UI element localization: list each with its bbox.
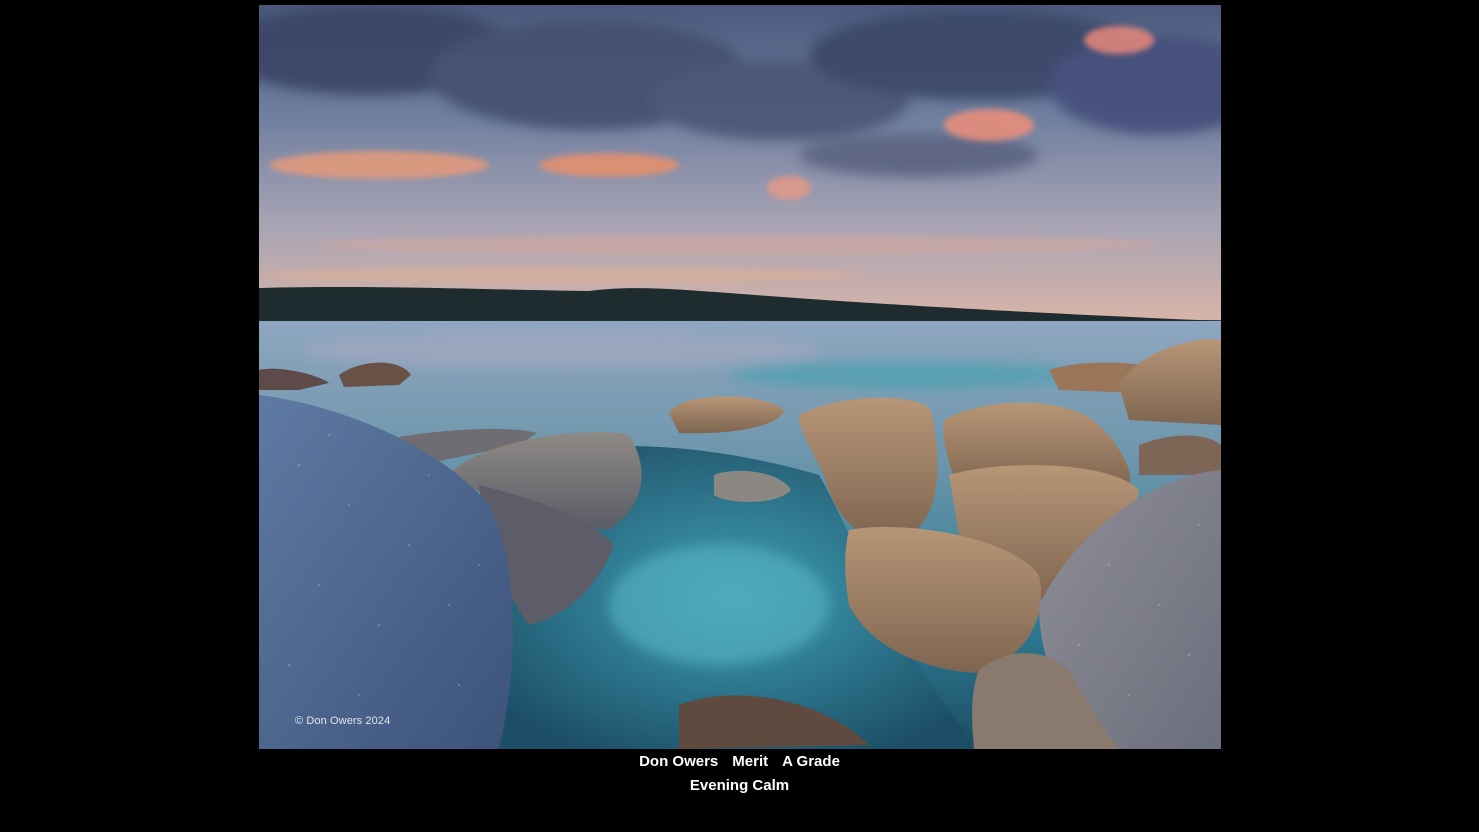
slideshow-stage: © Don Owers 2024 Don Owers Merit A Grade E… <box>0 0 1479 832</box>
author-name: Don Owers <box>639 753 719 770</box>
photo-title: Evening Calm <box>689 777 790 794</box>
photo-credit-line: Don Owers Merit A Grade <box>0 753 1479 770</box>
landscape-photo: © Don Owers 2024 <box>259 5 1221 749</box>
landscape-photo-art <box>259 5 1221 749</box>
award-label: Merit <box>732 753 769 770</box>
photo-copyright-watermark: © Don Owers 2024 <box>295 715 391 727</box>
grade-label: A Grade <box>782 753 840 770</box>
